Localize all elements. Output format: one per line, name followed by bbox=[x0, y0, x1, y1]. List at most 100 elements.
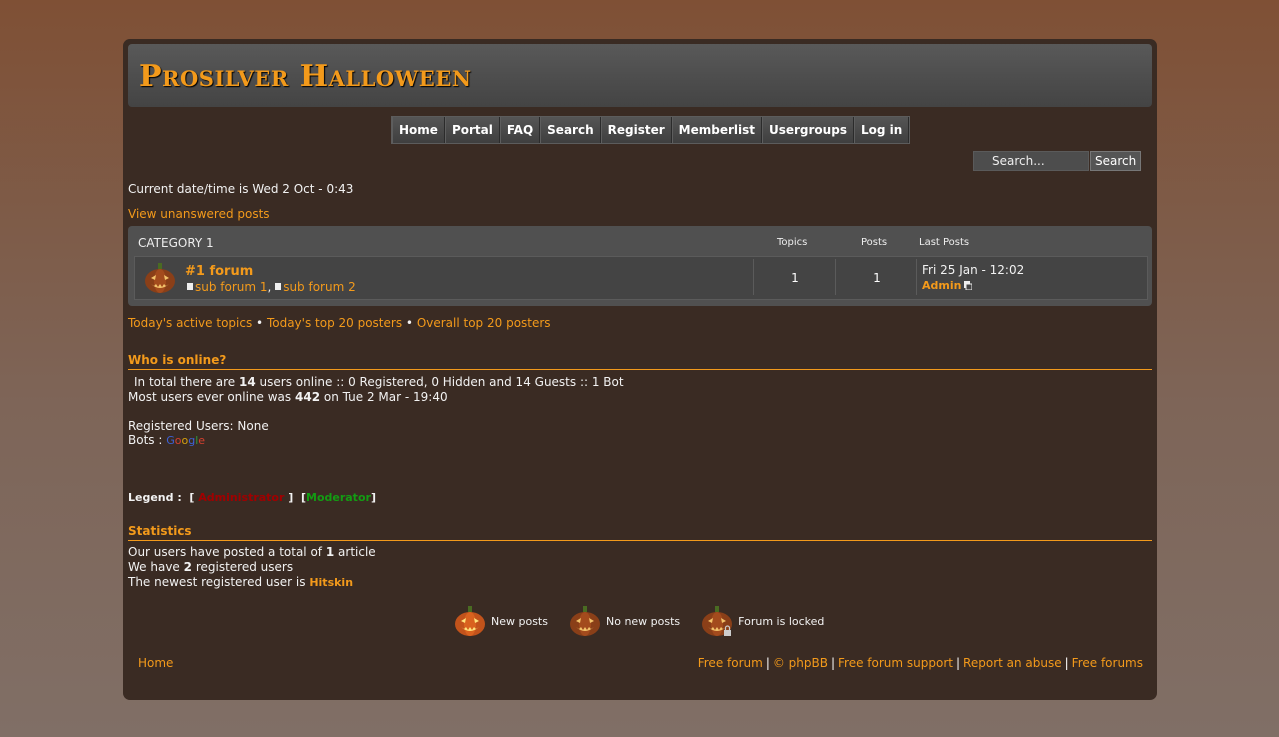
stats-newest: The newest registered user is Hitskin bbox=[128, 575, 353, 589]
pumpkin-icon bbox=[145, 263, 175, 293]
newest-user-link[interactable]: Hitskin bbox=[309, 576, 353, 589]
current-datetime: Current date/time is Wed 2 Oct - 0:43 bbox=[128, 182, 354, 196]
legend-moderator[interactable]: Moderator bbox=[306, 491, 371, 504]
online-total-prefix: In total there are bbox=[134, 375, 236, 389]
statistics-title: Statistics bbox=[128, 524, 1152, 541]
stats-articles-prefix: Our users have posted a total of bbox=[128, 545, 323, 559]
nav-search[interactable]: Search bbox=[540, 117, 601, 143]
forum-posts-count: 1 bbox=[873, 271, 881, 285]
footer-separator: | bbox=[765, 656, 770, 670]
col-topics-header: Topics bbox=[777, 237, 808, 248]
subforum-list: sub forum 1, sub forum 2 bbox=[187, 280, 356, 294]
search-input[interactable] bbox=[973, 151, 1089, 171]
online-record-number: 442 bbox=[295, 390, 321, 404]
key-no-new-posts-label: No new posts bbox=[605, 614, 681, 628]
online-total: In total there are 14 users online :: 0 … bbox=[134, 375, 624, 389]
pumpkin-icon bbox=[702, 606, 733, 636]
stats-users-number: 2 bbox=[183, 560, 192, 574]
bullet-separator: • bbox=[405, 316, 413, 330]
bots-line: Bots : Google bbox=[128, 433, 205, 447]
goto-post-icon[interactable] bbox=[964, 281, 972, 290]
subforum-separator: , bbox=[267, 280, 272, 294]
legend-bracket: [ bbox=[189, 491, 195, 504]
stats-users-suffix: registered users bbox=[195, 560, 294, 574]
bullet-separator: • bbox=[256, 316, 264, 330]
footer-separator: | bbox=[830, 656, 836, 670]
bot-google: Google bbox=[166, 434, 205, 447]
nav-memberlist[interactable]: Memberlist bbox=[671, 117, 762, 143]
nav-usergroups[interactable]: Usergroups bbox=[761, 117, 854, 143]
last-post-author[interactable]: Admin bbox=[922, 279, 961, 292]
online-record-suffix: on Tue 2 Mar - 19:40 bbox=[323, 390, 448, 404]
header: Prosilver Halloween bbox=[128, 44, 1152, 107]
quick-links: Today's active topics • Today's top 20 p… bbox=[128, 316, 551, 330]
pumpkin-icon bbox=[455, 606, 485, 636]
page-wrapper: Prosilver Halloween Home Portal FAQ Sear… bbox=[123, 39, 1157, 700]
subforum-link[interactable]: sub forum 1 bbox=[195, 280, 268, 294]
todays-active-topics-link[interactable]: Today's active topics bbox=[128, 316, 252, 330]
cell-divider bbox=[835, 259, 836, 295]
bot-letter: e bbox=[198, 434, 206, 447]
stats-users: We have 2 registered users bbox=[128, 560, 293, 574]
document-icon bbox=[275, 283, 282, 290]
stats-articles-suffix: article bbox=[338, 545, 376, 559]
footer-support[interactable]: Free forum support bbox=[838, 656, 953, 670]
online-record: Most users ever online was 442 on Tue 2 … bbox=[128, 390, 448, 404]
footer-home-link[interactable]: Home bbox=[138, 656, 173, 670]
legend-bracket: ] bbox=[288, 491, 294, 504]
stats-users-prefix: We have bbox=[128, 560, 180, 574]
online-record-prefix: Most users ever online was bbox=[128, 390, 292, 404]
footer-separator: | bbox=[1064, 656, 1069, 670]
document-icon bbox=[187, 283, 193, 290]
col-lastposts-header: Last Posts bbox=[919, 237, 970, 248]
category-panel: CATEGORY 1 Topics Posts Last Posts #1 fo… bbox=[128, 226, 1152, 306]
key-new-posts-label: New posts bbox=[491, 614, 548, 628]
online-total-suffix: users online :: 0 Registered, 0 Hidden a… bbox=[259, 375, 624, 389]
cell-divider bbox=[916, 259, 917, 295]
bots-label: Bots : bbox=[128, 433, 163, 447]
nav-faq[interactable]: FAQ bbox=[499, 117, 541, 143]
forum-topics-count: 1 bbox=[791, 271, 799, 285]
footer-separator: | bbox=[956, 656, 961, 670]
footer-free-forum[interactable]: Free forum bbox=[698, 656, 763, 670]
legend-label: Legend : bbox=[128, 491, 182, 504]
nav-home[interactable]: Home bbox=[392, 117, 445, 143]
todays-top-posters-link[interactable]: Today's top 20 posters bbox=[267, 316, 402, 330]
key-forum-locked-label: Forum is locked bbox=[738, 614, 825, 628]
search-field-wrap bbox=[973, 151, 1089, 171]
main-nav: Home Portal FAQ Search Register Memberli… bbox=[391, 116, 911, 144]
search-form: Search bbox=[973, 151, 1142, 171]
key-new-posts: New posts bbox=[453, 604, 548, 638]
forum-link[interactable]: #1 forum bbox=[185, 264, 253, 279]
nav-register[interactable]: Register bbox=[600, 117, 672, 143]
icon-key: New posts No new posts Forum is locked bbox=[453, 604, 844, 638]
stats-articles: Our users have posted a total of 1 artic… bbox=[128, 545, 376, 559]
footer-report-abuse[interactable]: Report an abuse bbox=[963, 656, 1062, 670]
legend-administrator[interactable]: Administrator bbox=[198, 491, 284, 504]
online-total-number: 14 bbox=[239, 375, 256, 389]
forum-row: #1 forum sub forum 1, sub forum 2 1 1 Fr… bbox=[134, 256, 1148, 300]
registered-users: Registered Users: None bbox=[128, 419, 269, 433]
legend: Legend : [ Administrator ] [Moderator] bbox=[128, 491, 376, 504]
stats-articles-number: 1 bbox=[325, 545, 335, 559]
key-no-new-posts: No new posts bbox=[568, 604, 680, 638]
nav-portal[interactable]: Portal bbox=[444, 117, 500, 143]
footer-free-forums[interactable]: Free forums bbox=[1072, 656, 1143, 670]
overall-top-posters-link[interactable]: Overall top 20 posters bbox=[417, 316, 551, 330]
last-post-date: Fri 25 Jan - 12:02 bbox=[922, 263, 1025, 277]
legend-bracket: ] bbox=[370, 491, 376, 504]
cell-divider bbox=[753, 259, 754, 295]
nav-login[interactable]: Log in bbox=[853, 117, 910, 143]
stats-newest-prefix: The newest registered user is bbox=[128, 575, 306, 589]
key-forum-locked: Forum is locked bbox=[700, 604, 824, 638]
pumpkin-icon bbox=[569, 606, 600, 636]
footer-phpbb[interactable]: © phpBB bbox=[773, 656, 828, 670]
who-is-online-title[interactable]: Who is online? bbox=[128, 353, 1152, 370]
search-button[interactable]: Search bbox=[1090, 151, 1142, 171]
site-logo[interactable]: Prosilver Halloween bbox=[139, 59, 472, 94]
bot-letter: G bbox=[166, 434, 175, 447]
view-unanswered-link[interactable]: View unanswered posts bbox=[128, 207, 270, 221]
subforum-link[interactable]: sub forum 2 bbox=[283, 280, 356, 294]
category-title[interactable]: CATEGORY 1 bbox=[138, 236, 214, 250]
footer-links: Free forum | © phpBB | Free forum support | Re… bbox=[698, 656, 1143, 670]
